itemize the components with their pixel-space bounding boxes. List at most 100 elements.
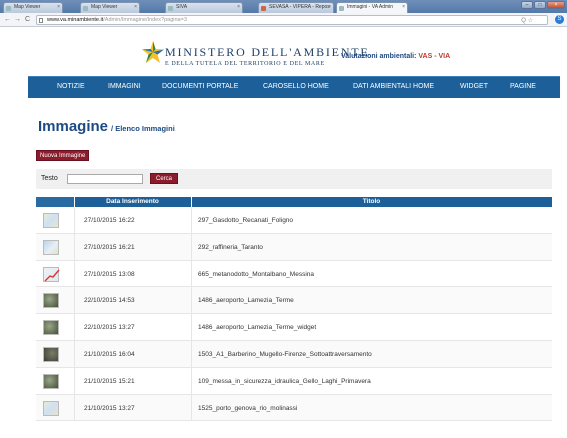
nav-item-immagini[interactable]: IMMAGINI — [108, 83, 141, 90]
nav-item-documenti-portale[interactable]: DOCUMENTI PORTALE — [162, 83, 238, 90]
image-thumbnail[interactable] — [43, 213, 59, 228]
nav-item-carosello-home[interactable]: CAROSELLO HOME — [263, 83, 329, 90]
portal-title: Valutazioni ambientali: VAS - VIA — [341, 53, 451, 60]
favicon-icon — [83, 6, 88, 11]
browser-tab-active[interactable]: Immagini - VA Admin × — [336, 2, 408, 13]
close-tab-icon[interactable]: × — [402, 4, 405, 10]
window-controls: – □ × — [521, 1, 565, 9]
column-divider — [74, 207, 75, 233]
image-thumbnail[interactable] — [43, 320, 59, 336]
main-content: Immagine / Elenco Immagini Nuova Immagine… — [28, 98, 560, 438]
page-title: Immagine / Elenco Immagini — [38, 118, 175, 135]
table-row[interactable]: 27/10/2015 13:08 665_metanodotto_Montalba… — [36, 260, 552, 288]
image-thumbnail[interactable] — [43, 346, 59, 362]
reload-icon[interactable]: C — [23, 15, 32, 24]
nav-item-pagine[interactable]: PAGINE — [510, 83, 536, 90]
browser-toolbar: ← → C www.va.minambiente.it/Admin/Immagi… — [0, 13, 567, 27]
image-thumbnail[interactable] — [43, 400, 59, 416]
cell-title[interactable]: 1486_aeroporto_Lamezia_Terme_widget — [198, 324, 316, 331]
close-window-icon[interactable]: × — [547, 1, 565, 9]
address-bar[interactable]: www.va.minambiente.it/Admin/Immagine/Ind… — [36, 15, 548, 25]
cell-date: 22/10/2015 14:53 — [84, 297, 135, 305]
ministry-logo-icon — [142, 41, 164, 63]
column-divider — [191, 314, 192, 340]
cell-date: 27/10/2015 13:08 — [84, 270, 135, 278]
cell-title[interactable]: 1486_aeroporto_Lamezia_Terme — [198, 297, 294, 304]
url-host: www.va.minambiente.it — [47, 17, 104, 23]
cell-date: 27/10/2015 16:21 — [84, 243, 135, 251]
column-divider — [74, 314, 75, 340]
search-input[interactable] — [67, 174, 143, 184]
column-header-title[interactable]: Titolo — [191, 198, 552, 205]
maximize-icon[interactable]: □ — [534, 1, 546, 9]
close-tab-icon[interactable]: × — [57, 4, 60, 10]
browser-tab-strip: Map Viewer × Map Viewer × SIVA × SEVASA … — [0, 0, 567, 13]
favicon-icon — [339, 6, 344, 11]
zoom-bookmark-icons[interactable]: Q ☆ — [521, 17, 533, 24]
forward-icon[interactable]: → — [13, 15, 22, 24]
image-thumbnail[interactable] — [43, 373, 59, 389]
new-image-button[interactable]: Nuova Immagine — [36, 150, 90, 161]
browser-tab[interactable]: Map Viewer × — [3, 2, 63, 13]
image-thumbnail[interactable] — [43, 266, 60, 282]
search-filter-bar: Testo Cerca — [36, 169, 552, 189]
images-table: Data Inserimento Titolo 27/10/2015 16:22… — [36, 197, 552, 422]
cell-title[interactable]: 1525_porto_genova_rio_molinassi — [198, 405, 297, 412]
table-row[interactable]: 21/10/2015 16:04 1503_A1_Barberino_Mugell… — [36, 340, 552, 368]
cell-title[interactable]: 297_Gasdotto_Recanati_Foligno — [198, 217, 293, 224]
column-divider — [74, 367, 75, 394]
column-divider — [74, 340, 75, 367]
cell-title[interactable]: 665_metanodotto_Montalbano_Messina — [198, 271, 314, 278]
column-divider — [191, 233, 192, 260]
cell-date: 27/10/2015 16:22 — [84, 217, 135, 224]
column-divider — [74, 394, 75, 421]
table-row[interactable]: 22/10/2015 13:27 1486_aeroporto_Lamezia_T… — [36, 314, 552, 341]
column-header-date[interactable]: Data Inserimento — [74, 198, 191, 205]
cell-date: 21/10/2015 15:21 — [84, 377, 135, 385]
table-row[interactable]: 21/10/2015 15:21 109_messa_in_sicurezza_i… — [36, 367, 552, 395]
nav-item-notizie[interactable]: NOTIZIE — [57, 83, 85, 90]
browser-tab[interactable]: Map Viewer × — [80, 2, 140, 13]
table-row[interactable]: 22/10/2015 14:53 1486_aeroporto_Lamezia_T… — [36, 287, 552, 315]
cell-date: 22/10/2015 13:27 — [84, 324, 135, 332]
table-row[interactable]: 27/10/2015 16:22 297_Gasdotto_Recanati_Fo… — [36, 207, 552, 234]
thumbnail-column-header — [36, 197, 74, 207]
close-tab-icon[interactable]: × — [328, 4, 331, 10]
image-thumbnail[interactable] — [43, 293, 59, 309]
browser-tab[interactable]: SEVASA - VIPERA - Repos × — [258, 2, 334, 13]
minimize-icon[interactable]: – — [521, 1, 533, 9]
column-divider — [74, 233, 75, 260]
table-row[interactable]: 27/10/2015 16:21 292_raffineria_Taranto — [36, 233, 552, 261]
page-subtitle: / Elenco Immagini — [111, 124, 175, 133]
column-divider — [74, 260, 75, 287]
ministry-name: MINISTERO DELL'AMBIENTE E DELLA TUTELA D… — [165, 45, 370, 67]
table-row[interactable]: 21/10/2015 13:27 1525_porto_genova_rio_mo… — [36, 394, 552, 422]
filter-label: Testo — [41, 175, 58, 182]
table-body: 27/10/2015 16:22 297_Gasdotto_Recanati_Fo… — [36, 207, 552, 422]
search-button[interactable]: Cerca — [150, 173, 178, 184]
image-thumbnail[interactable] — [43, 239, 59, 255]
close-tab-icon[interactable]: × — [134, 4, 137, 10]
column-divider — [74, 287, 75, 314]
url-path: /Admin/Immagine/Index?pagina=3 — [103, 17, 187, 23]
cell-date: 21/10/2015 16:04 — [84, 350, 135, 358]
cell-title[interactable]: 109_messa_in_sicurezza_idraulica_Gello_L… — [198, 378, 371, 385]
browser-tab[interactable]: SIVA × — [165, 2, 243, 13]
cell-date: 21/10/2015 13:27 — [84, 404, 135, 412]
extension-icon[interactable]: S — [555, 15, 564, 24]
column-divider — [191, 394, 192, 421]
favicon-icon — [6, 6, 11, 11]
nav-item-widget[interactable]: WIDGET — [460, 83, 488, 90]
ministry-name-line1: MINISTERO DELL'AMBIENTE — [165, 45, 370, 59]
close-tab-icon[interactable]: × — [237, 4, 240, 10]
table-header: Data Inserimento Titolo — [36, 197, 552, 207]
page-icon — [39, 18, 43, 23]
column-divider — [191, 367, 192, 394]
cell-title[interactable]: 1503_A1_Barberino_Mugello-Firenze_Sottoa… — [198, 351, 372, 358]
back-icon[interactable]: ← — [3, 15, 12, 24]
favicon-icon — [261, 6, 266, 11]
nav-item-dati-ambientali-home[interactable]: DATI AMBIENTALI HOME — [353, 83, 434, 90]
site-header: MINISTERO DELL'AMBIENTE E DELLA TUTELA D… — [0, 27, 567, 76]
column-divider — [191, 287, 192, 314]
cell-title[interactable]: 292_raffineria_Taranto — [198, 244, 263, 251]
